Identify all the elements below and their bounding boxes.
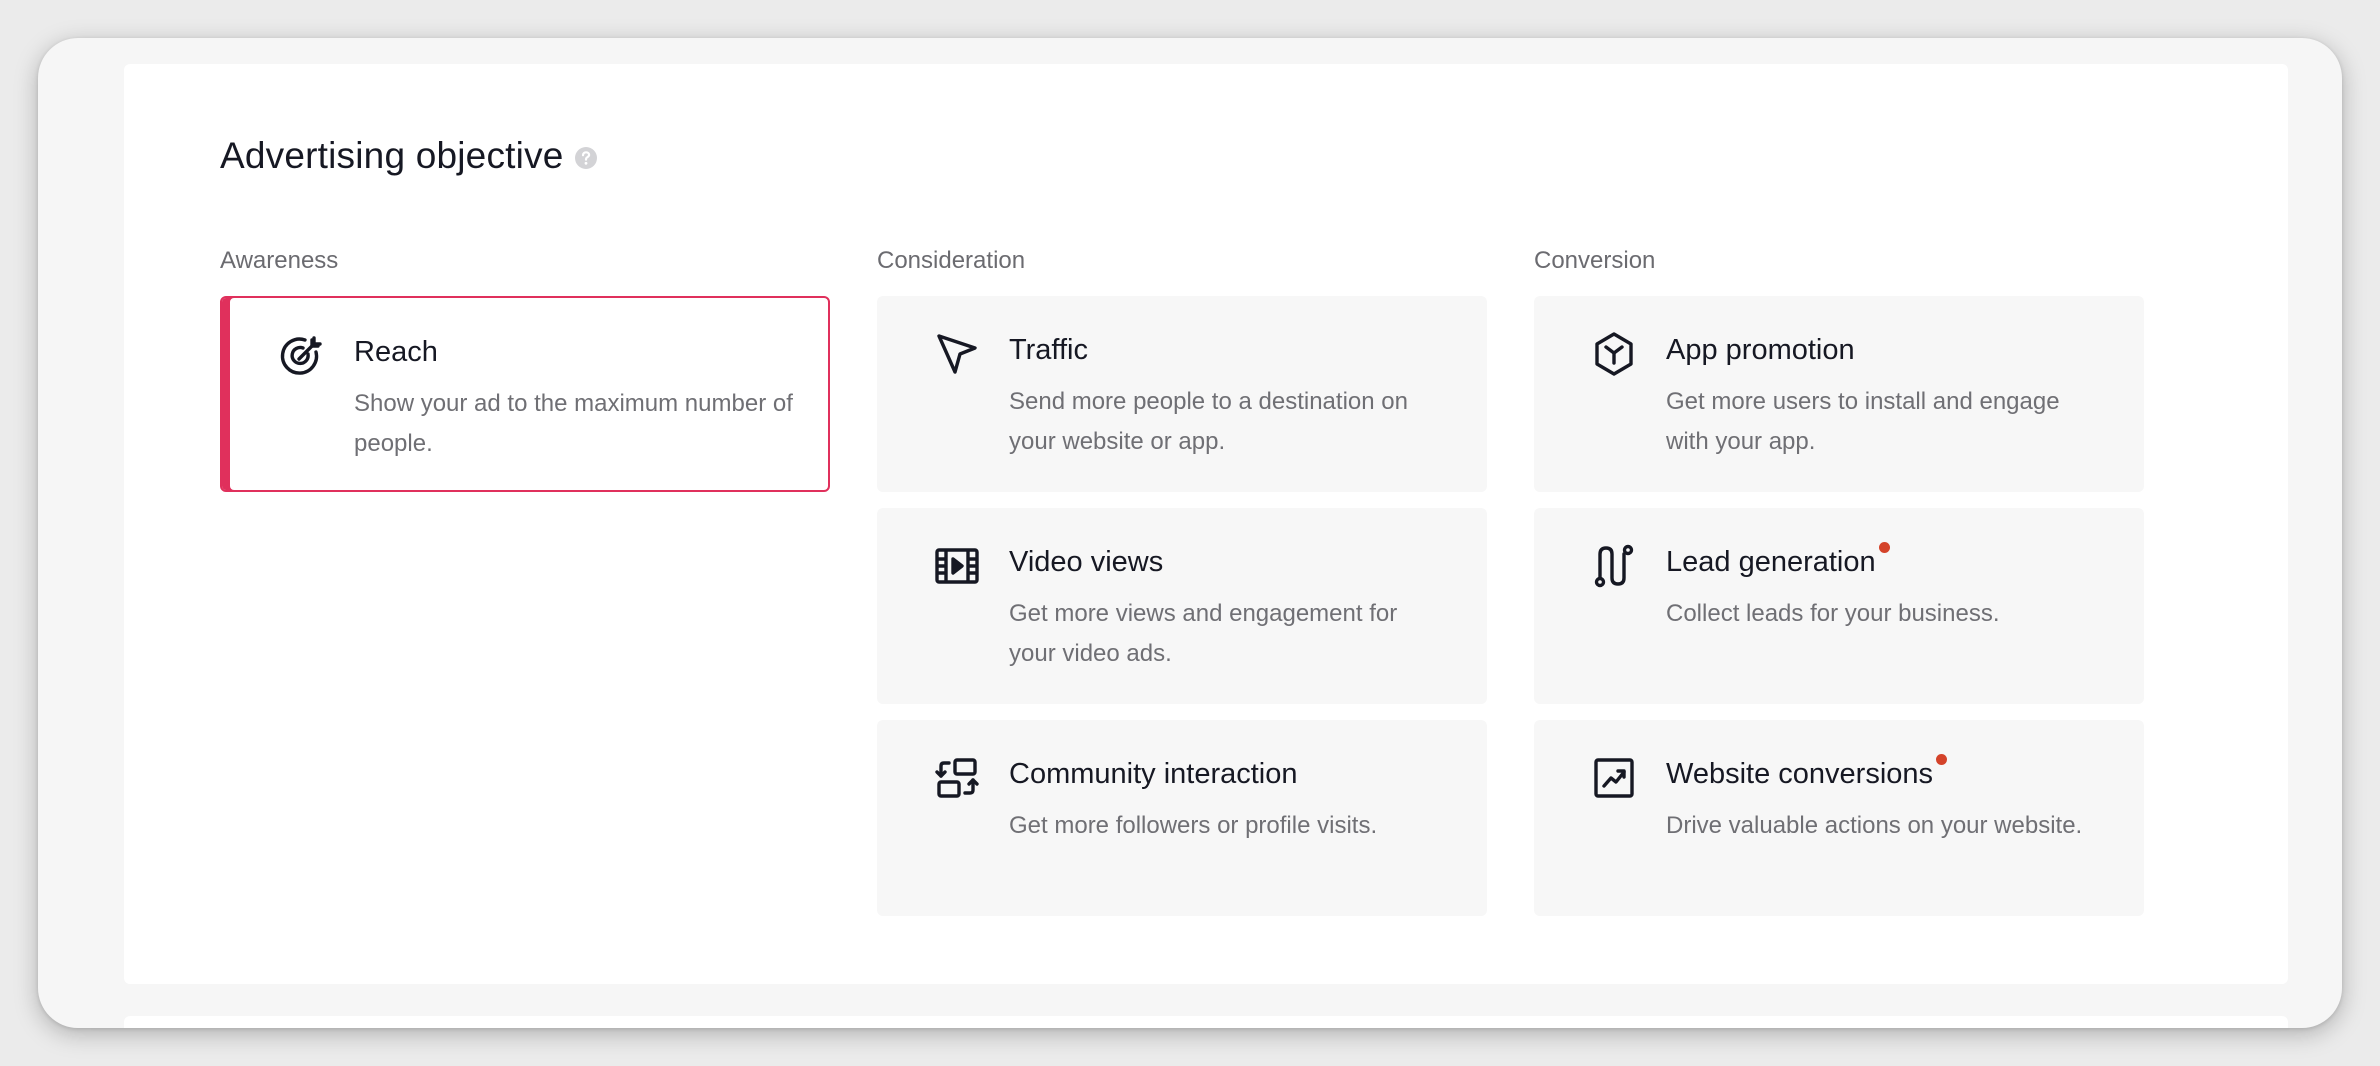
card-description: Collect leads for your business. [1666, 600, 2000, 627]
card-title: Reach [354, 336, 438, 368]
objective-card-lead-generation[interactable]: Lead generation Collect leads for your b… [1534, 508, 2144, 704]
column-label: Awareness [220, 247, 339, 274]
app-cube-icon [1590, 330, 1638, 378]
community-swap-icon [933, 754, 981, 802]
card-title-text: Lead generation [1666, 546, 1876, 578]
new-dot-badge [1878, 542, 1890, 553]
objective-card-reach[interactable]: Reach Show your ad to the maximum number… [220, 296, 830, 492]
column-label: Consideration [877, 247, 1026, 274]
card-description: Get more users to install and engage wit… [1666, 388, 2060, 455]
card-description: Get more followers or profile visits. [1009, 812, 1378, 839]
objective-card-community-interaction[interactable]: Community interaction Get more followers… [877, 720, 1487, 916]
column-consideration: Consideration Traffic Send more people t… [877, 246, 1487, 932]
column-awareness: Awareness Reach Show your ad to the maxi… [220, 246, 830, 508]
objective-card-website-conversions[interactable]: Website conversions Drive valuable actio… [1534, 720, 2144, 916]
film-play-icon [933, 542, 981, 590]
objective-card-app-promotion[interactable]: App promotion Get more users to install … [1534, 296, 2144, 492]
card-title: Video views [1009, 546, 1164, 578]
new-dot-badge [1936, 754, 1948, 765]
column-label: Conversion [1534, 247, 1656, 274]
lead-funnel-icon [1590, 542, 1638, 590]
card-description: Drive valuable actions on your website. [1666, 812, 2083, 839]
target-icon [278, 332, 326, 380]
card-title-text: Website conversions [1666, 758, 1934, 790]
card-title: Lead generation [1666, 542, 1890, 579]
card-title: Traffic [1009, 334, 1088, 366]
card-title: Community interaction [1009, 758, 1298, 790]
card-description: Show your ad to the maximum number of pe… [354, 390, 793, 457]
app-window: Advertising objective Awareness Reach Sh… [38, 38, 2342, 1028]
next-panel-edge [124, 1016, 2288, 1028]
question-circle-icon[interactable] [574, 146, 598, 170]
card-title: App promotion [1666, 334, 1855, 366]
card-title: Website conversions [1666, 754, 1948, 791]
trending-chart-icon [1590, 754, 1638, 802]
column-conversion: Conversion App promotion Get more users … [1534, 246, 2144, 932]
title-row: Advertising objective [220, 128, 598, 184]
page-title: Advertising objective [220, 135, 564, 176]
card-description: Send more people to a destination on you… [1009, 388, 1408, 455]
objective-card-video-views[interactable]: Video views Get more views and engagemen… [877, 508, 1487, 704]
cursor-arrow-icon [933, 330, 981, 378]
objective-panel: Advertising objective Awareness Reach Sh… [124, 64, 2288, 984]
card-description: Get more views and engagement for your v… [1009, 600, 1398, 667]
objective-card-traffic[interactable]: Traffic Send more people to a destinatio… [877, 296, 1487, 492]
